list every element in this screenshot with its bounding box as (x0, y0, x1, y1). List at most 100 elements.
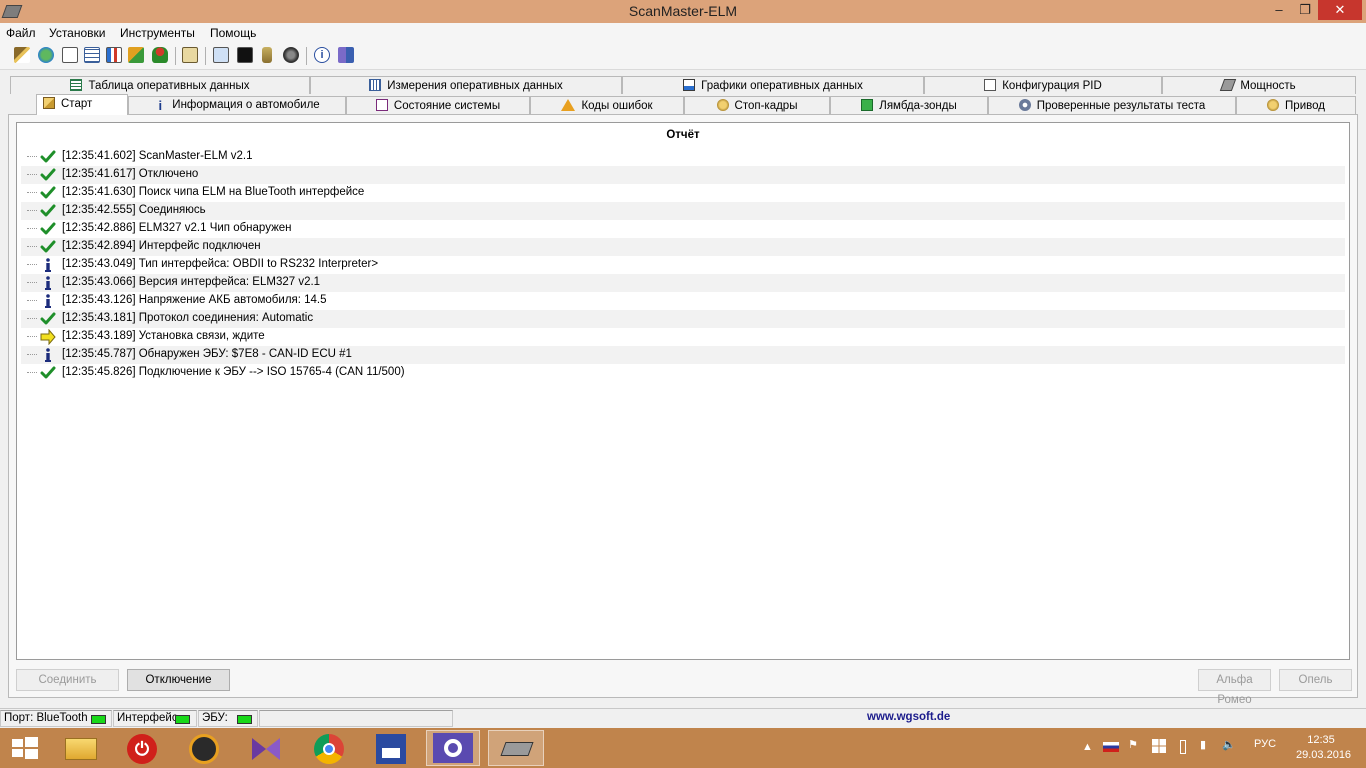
windows-tray-icon[interactable] (1152, 739, 1166, 753)
tab-freeze-frames[interactable]: Стоп-кадры (684, 96, 830, 114)
tab-lambda-sensors[interactable]: Лямбда-зонды (830, 96, 988, 114)
log-row[interactable]: [12:35:42.555] Соединяюсь (21, 202, 1345, 220)
document-icon[interactable] (62, 47, 78, 63)
tree-connector (27, 174, 37, 175)
language-flag-icon[interactable] (1103, 742, 1119, 752)
connect-button[interactable]: Соединить (16, 669, 119, 691)
menu-file[interactable]: Файл (6, 26, 36, 40)
scanmaster-icon[interactable] (488, 730, 544, 766)
log-row[interactable]: [12:35:43.049] Тип интерфейса: OBDII to … (21, 256, 1345, 274)
minimize-button[interactable]: – (1266, 0, 1292, 20)
status-bar: Порт: BlueTooth Интерфейс ЭБУ: www.wgsof… (0, 708, 1366, 729)
website-link[interactable]: www.wgsoft.de (867, 711, 950, 723)
check-icon (40, 221, 56, 237)
alfa-romeo-button[interactable]: Альфа Ромео (1198, 669, 1271, 706)
action-center-flag-icon[interactable]: ⚑ (1128, 738, 1138, 751)
tab-label: Старт (61, 98, 93, 110)
table-icon[interactable] (84, 47, 100, 63)
tab-start[interactable]: Старт (36, 94, 128, 115)
tab-power[interactable]: Мощность (1162, 76, 1356, 94)
close-button[interactable]: ✕ (1318, 0, 1362, 20)
log-row[interactable]: [12:35:45.826] Подключение к ЭБУ --> ISO… (21, 364, 1345, 382)
chrome-icon[interactable] (302, 730, 356, 766)
log-text: [12:35:43.189] Установка связи, ждите (62, 330, 265, 342)
log-row[interactable]: [12:35:42.894] Интерфейс подключен (21, 238, 1345, 256)
maximize-button[interactable]: ❐ (1292, 0, 1318, 20)
globe-icon[interactable] (38, 47, 54, 63)
file-explorer-icon[interactable] (54, 730, 108, 766)
status-interface-label: Интерфейс (117, 712, 178, 724)
log-row[interactable]: [12:35:41.630] Поиск чипа ELM на BlueToo… (21, 184, 1345, 202)
document-icon (984, 79, 997, 91)
disconnect-button[interactable]: Отключение (127, 669, 230, 691)
log-row[interactable]: [12:35:43.126] Напряжение АКБ автомобиля… (21, 292, 1345, 310)
book-icon[interactable] (338, 47, 354, 63)
log-row[interactable]: [12:35:41.602] ScanMaster-ELM v2.1 (21, 148, 1345, 166)
tab-live-data-table[interactable]: Таблица оперативных данных (10, 76, 310, 94)
status-interface: Интерфейс (113, 710, 197, 727)
tab-drive[interactable]: Привод (1236, 96, 1356, 114)
menu-tools[interactable]: Инструменты (120, 26, 195, 40)
power-icon[interactable]: ⏻ (116, 730, 170, 766)
toolbar: i (0, 43, 1366, 70)
log-text: [12:35:43.066] Версия интерфейса: ELM327… (62, 276, 321, 288)
map-icon[interactable] (128, 47, 144, 63)
log-row[interactable]: [12:35:45.787] Обнаружен ЭБУ: $7E8 - CAN… (21, 346, 1345, 364)
tab-label: Коды ошибок (581, 100, 653, 112)
app-triangle-icon[interactable] (178, 730, 232, 766)
log-row[interactable]: [12:35:41.617] Отключено (21, 166, 1345, 184)
gauge-icon[interactable] (152, 47, 168, 63)
clipboard-icon[interactable] (182, 47, 198, 63)
tab-test-results[interactable]: Проверенные результаты теста (988, 96, 1236, 114)
chart-icon (683, 79, 696, 91)
battery-icon[interactable] (262, 47, 272, 63)
monitor-icon[interactable] (213, 47, 229, 63)
check-icon (40, 311, 56, 327)
log-row[interactable]: [12:35:43.181] Протокол соединения: Auto… (21, 310, 1345, 328)
visual-studio-icon[interactable] (240, 730, 294, 766)
speaker-icon[interactable] (283, 47, 299, 63)
tray-expand-icon[interactable]: ▲ (1082, 741, 1093, 753)
tree-connector (27, 336, 37, 337)
tab-live-data-graphs[interactable]: Графики оперативных данных (622, 76, 924, 94)
box-icon (43, 97, 55, 109)
floppy-save-icon[interactable] (364, 730, 418, 766)
menu-help[interactable]: Помощь (210, 26, 256, 40)
log-row[interactable]: [12:35:43.189] Установка связи, ждите (21, 328, 1345, 346)
report-log[interactable]: Отчёт [12:35:41.602] ScanMaster-ELM v2.1… (16, 122, 1350, 660)
interface-status-led (175, 715, 190, 724)
tab-live-data-measurements[interactable]: Измерения оперативных данных (310, 76, 622, 94)
info-icon (40, 347, 56, 363)
tree-connector (27, 354, 37, 355)
clock[interactable]: 12:35 29.03.2016 (1296, 733, 1352, 763)
tab-system-status[interactable]: Состояние системы (346, 96, 530, 114)
terminal-icon[interactable] (237, 47, 253, 63)
info-icon (40, 257, 56, 273)
volume-icon[interactable]: 🔈 (1222, 738, 1236, 751)
tab-pid-config[interactable]: Конфигурация PID (924, 76, 1162, 94)
info-icon (40, 275, 56, 291)
info-icon[interactable]: i (314, 47, 330, 63)
tree-connector (27, 228, 37, 229)
menu-settings[interactable]: Установки (49, 26, 105, 40)
log-text: [12:35:42.555] Соединяюсь (62, 204, 206, 216)
log-row[interactable]: [12:35:42.886] ELM327 v2.1 Чип обнаружен (21, 220, 1345, 238)
signal-icon[interactable]: ▮ (1200, 738, 1206, 751)
battery-icon[interactable] (1180, 740, 1186, 754)
chart-icon[interactable] (106, 47, 122, 63)
opel-button[interactable]: Опель (1279, 669, 1352, 691)
tab-vehicle-info[interactable]: i Информация о автомобиле (128, 96, 346, 114)
status-empty-cell (259, 710, 453, 727)
check-icon (40, 149, 56, 165)
log-text: [12:35:41.630] Поиск чипа ELM на BlueToo… (62, 186, 365, 198)
input-language[interactable]: РУС (1254, 738, 1276, 750)
wand-icon[interactable] (14, 47, 30, 63)
clock-date: 29.03.2016 (1296, 749, 1352, 761)
tab-error-codes[interactable]: Коды ошибок (530, 96, 684, 114)
title-bar: ScanMaster-ELM – ❐ ✕ (0, 0, 1366, 24)
windows-start-icon[interactable] (0, 730, 54, 766)
toolbar-separator (175, 47, 176, 65)
toolbar-separator (306, 47, 307, 65)
log-row[interactable]: [12:35:43.066] Версия интерфейса: ELM327… (21, 274, 1345, 292)
settings-gear-icon[interactable] (426, 730, 480, 766)
